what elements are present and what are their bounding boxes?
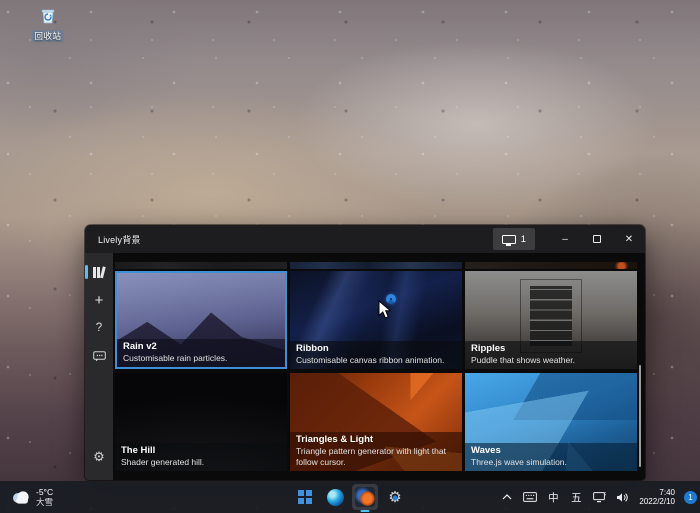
windows-logo-icon <box>298 490 312 504</box>
svg-text:?: ? <box>604 492 606 498</box>
recycle-bin-icon <box>38 6 58 26</box>
wallpaper-tile-triangles-light[interactable]: Triangles & Light Triangle pattern gener… <box>290 373 462 471</box>
network-button[interactable]: ? <box>589 484 609 510</box>
network-icon: ? <box>593 492 606 503</box>
wallpaper-tile-ribbon[interactable]: Ribbon Customisable canvas ribbon animat… <box>290 271 462 369</box>
tile-caption: Rain v2 Customisable rain particles. <box>117 339 285 368</box>
tile-title: Ribbon <box>296 343 456 355</box>
titlebar-controls: 1 – ✕ <box>493 225 645 253</box>
selected-indicator <box>85 265 88 279</box>
sidebar-item-feedback[interactable] <box>85 343 113 369</box>
tile-title: The Hill <box>121 445 281 457</box>
lively-app-icon <box>355 487 375 507</box>
hidden-icons-chevron[interactable] <box>497 484 517 510</box>
gallery-scrollbar[interactable] <box>639 365 642 467</box>
weather-temperature: -5°C <box>36 487 53 497</box>
tile-description: Customisable canvas ribbon animation. <box>296 355 456 366</box>
tray-time: 7:40 <box>659 488 675 498</box>
keyboard-icon <box>523 492 537 502</box>
wallpaper-tile-rain-v2[interactable]: Rain v2 Customisable rain particles. <box>115 271 287 369</box>
tile-caption: Ripples Puddle that shows weather. <box>465 341 637 370</box>
plus-icon: + <box>95 292 104 309</box>
volume-button[interactable] <box>612 484 632 510</box>
edge-browser-button[interactable] <box>322 484 348 510</box>
wallpaper-tile-the-hill[interactable]: The Hill Shader generated hill. <box>115 373 287 471</box>
window-sidebar: + ? ⚙ <box>85 253 113 480</box>
tile-title: Waves <box>471 445 631 457</box>
tile-description: Triangle pattern generator with light th… <box>296 446 456 467</box>
tray-date: 2022/2/10 <box>639 497 675 507</box>
desktop-wallpaper: 回收站 Lively背景 1 – ✕ <box>0 0 700 513</box>
minimize-icon: – <box>562 234 568 245</box>
recycle-bin-label: 回收站 <box>32 30 63 42</box>
system-tray: 中 五 ? 7:40 2022/2/10 1 <box>497 481 697 513</box>
screen-count: 1 <box>521 234 526 245</box>
help-icon: ? <box>96 322 102 334</box>
tile-caption: Waves Three.js wave simulation. <box>465 443 637 472</box>
library-icon <box>92 266 106 279</box>
notification-badge[interactable]: 1 <box>684 491 697 504</box>
tile-title: Ripples <box>471 343 631 355</box>
settings-gear-icon: ⚙ <box>93 449 105 465</box>
cloud-weather-icon <box>10 490 32 505</box>
settings-app-button[interactable]: ⚙ <box>382 484 408 510</box>
tile-description: Shader generated hill. <box>121 457 281 468</box>
partial-tile-sliver[interactable] <box>290 262 462 269</box>
weather-condition: 大雪 <box>36 497 53 507</box>
maximize-icon <box>593 235 601 243</box>
minimize-button[interactable]: – <box>549 225 581 253</box>
wallpaper-tile-waves[interactable]: Waves Three.js wave simulation. <box>465 373 637 471</box>
chevron-up-icon <box>502 494 512 500</box>
wallpaper-gallery: Rain v2 Customisable rain particles. Rib… <box>113 253 645 480</box>
lively-wallpaper-window: Lively背景 1 – ✕ <box>85 225 645 480</box>
sidebar-item-help[interactable]: ? <box>85 315 113 341</box>
speaker-icon <box>616 492 629 503</box>
partial-tile-sliver[interactable] <box>115 262 287 269</box>
tile-title: Triangles & Light <box>296 434 456 446</box>
close-button[interactable]: ✕ <box>613 225 645 253</box>
window-titlebar[interactable]: Lively背景 1 – ✕ <box>85 225 645 253</box>
ime-mode-indicator[interactable]: 五 <box>566 484 586 510</box>
mouse-cursor <box>378 300 391 319</box>
tile-description: Three.js wave simulation. <box>471 457 631 468</box>
recycle-bin-shortcut[interactable]: 回收站 <box>22 6 74 44</box>
lively-wallpaper-button[interactable] <box>352 484 378 510</box>
wallpaper-tile-ripples[interactable]: Ripples Puddle that shows weather. <box>465 271 637 369</box>
tile-description: Customisable rain particles. <box>123 353 279 364</box>
window-body: + ? ⚙ <box>85 253 645 480</box>
sidebar-item-settings[interactable]: ⚙ <box>85 444 113 470</box>
ime-language-indicator[interactable]: 中 <box>543 484 563 510</box>
taskbar-weather-widget[interactable]: -5°C 大雪 <box>4 481 59 513</box>
tile-description: Puddle that shows weather. <box>471 355 631 366</box>
sidebar-item-add-wallpaper[interactable]: + <box>85 287 113 313</box>
taskbar: -5°C 大雪 ⚙ <box>0 481 700 513</box>
tile-title: Rain v2 <box>123 341 279 353</box>
touch-keyboard-button[interactable] <box>520 484 540 510</box>
edge-icon <box>327 489 344 506</box>
tile-caption: Ribbon Customisable canvas ribbon animat… <box>290 341 462 370</box>
partial-tile-sliver[interactable] <box>465 262 637 269</box>
monitor-icon <box>502 235 516 244</box>
previous-row-slivers <box>115 262 645 269</box>
tile-caption: The Hill Shader generated hill. <box>115 443 287 472</box>
feedback-bubble-icon <box>93 351 106 362</box>
gear-center-dot <box>393 495 398 500</box>
tile-caption: Triangles & Light Triangle pattern gener… <box>290 432 462 471</box>
screen-selector-button[interactable]: 1 <box>493 228 535 250</box>
taskbar-center-icons: ⚙ <box>292 481 408 513</box>
weather-text: -5°C 大雪 <box>36 487 53 507</box>
clock[interactable]: 7:40 2022/2/10 <box>635 488 679 507</box>
close-icon: ✕ <box>625 234 633 245</box>
maximize-button[interactable] <box>581 225 613 253</box>
start-button[interactable] <box>292 484 318 510</box>
sidebar-item-library[interactable] <box>85 259 113 285</box>
window-title: Lively背景 <box>85 233 141 246</box>
